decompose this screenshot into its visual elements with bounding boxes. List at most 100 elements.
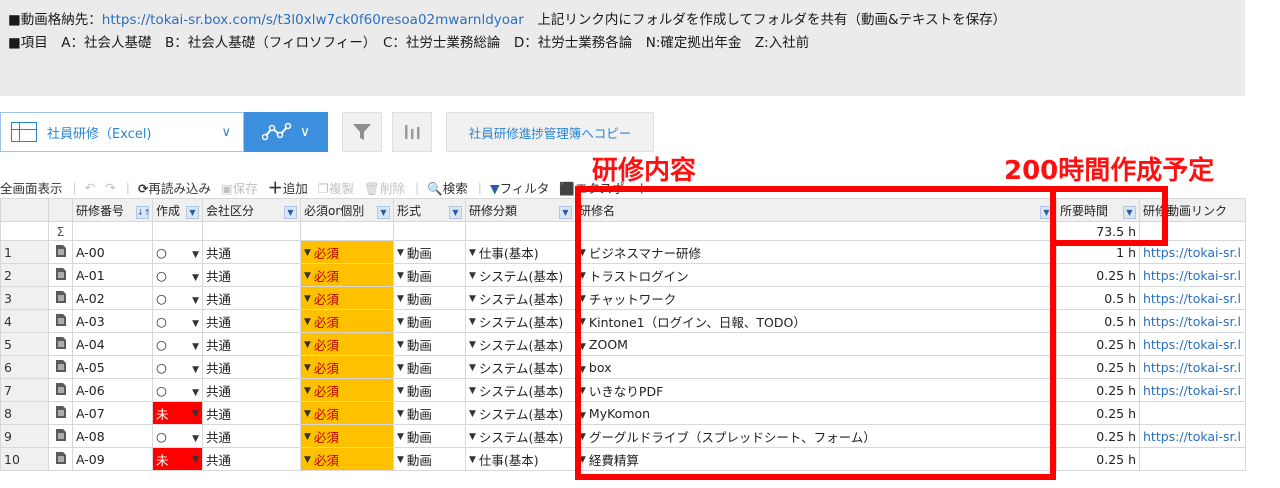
cell-company[interactable]: 共通: [202, 240, 301, 264]
cell-format[interactable]: ▼ 動画: [393, 401, 466, 425]
dropdown-arrow-icon[interactable]: ▼: [192, 319, 199, 329]
cell-made[interactable]: ○ ▼: [152, 309, 203, 333]
cell-id[interactable]: A-06: [72, 378, 153, 402]
dropdown-arrow-icon[interactable]: ▼: [397, 386, 404, 396]
dropdown-arrow-icon[interactable]: ▼: [192, 388, 199, 398]
dropdown-arrow-icon[interactable]: ▼: [469, 317, 476, 327]
add-button[interactable]: ＋追加: [268, 177, 308, 198]
document-icon[interactable]: [48, 378, 73, 402]
cell-made[interactable]: 未 ▼: [152, 447, 203, 471]
cell-video-link[interactable]: https://tokai-sr.l: [1139, 332, 1246, 356]
dropdown-arrow-icon[interactable]: ▼: [397, 363, 404, 373]
row-number[interactable]: 4: [0, 309, 49, 333]
cell-required[interactable]: ▼ 必須: [300, 424, 394, 448]
document-icon[interactable]: [48, 447, 73, 471]
undo-icon[interactable]: ↶: [85, 180, 95, 195]
dropdown-arrow-icon[interactable]: ▼: [397, 271, 404, 281]
cell-hours[interactable]: 0.5 h: [1056, 286, 1140, 310]
cell-format[interactable]: ▼ 動画: [393, 286, 466, 310]
cell-made[interactable]: ○ ▼: [152, 263, 203, 287]
filter-icon[interactable]: ▼: [284, 205, 297, 219]
filter-icon[interactable]: ▼: [559, 205, 572, 219]
search-button[interactable]: 🔍検索: [427, 178, 468, 197]
dropdown-arrow-icon[interactable]: ▼: [192, 409, 199, 419]
fullscreen-button[interactable]: 全画面表示: [0, 178, 63, 197]
cell-id[interactable]: A-08: [72, 424, 153, 448]
cell-required[interactable]: ▼ 必須: [300, 286, 394, 310]
dropdown-arrow-icon[interactable]: ▼: [304, 409, 311, 419]
row-number[interactable]: 8: [0, 401, 49, 425]
col-header-required[interactable]: 必須or個別 ▼: [300, 198, 394, 222]
cell-format[interactable]: ▼ 動画: [393, 240, 466, 264]
cell-category[interactable]: ▼ 仕事(基本): [465, 447, 576, 471]
document-icon[interactable]: [48, 286, 73, 310]
reload-button[interactable]: ⟳再読み込み: [138, 178, 211, 197]
cell-hours[interactable]: 0.25 h: [1056, 424, 1140, 448]
cell-id[interactable]: A-04: [72, 332, 153, 356]
cell-format[interactable]: ▼ 動画: [393, 378, 466, 402]
cell-company[interactable]: 共通: [202, 355, 301, 379]
row-number[interactable]: 3: [0, 286, 49, 310]
cell-category[interactable]: ▼ システム(基本): [465, 286, 576, 310]
cell-format[interactable]: ▼ 動画: [393, 309, 466, 333]
filter-toggle-button[interactable]: ▼フィルタ: [490, 178, 549, 197]
cell-company[interactable]: 共通: [202, 447, 301, 471]
cell-required[interactable]: ▼ 必須: [300, 332, 394, 356]
dropdown-arrow-icon[interactable]: ▼: [397, 409, 404, 419]
cell-hours[interactable]: 0.25 h: [1056, 332, 1140, 356]
cell-category[interactable]: ▼ システム(基本): [465, 424, 576, 448]
dropdown-arrow-icon[interactable]: ▼: [469, 340, 476, 350]
cell-company[interactable]: 共通: [202, 309, 301, 333]
row-number[interactable]: 2: [0, 263, 49, 287]
save-button[interactable]: ▣保存: [221, 178, 258, 197]
document-icon[interactable]: [48, 263, 73, 287]
cell-hours[interactable]: 0.25 h: [1056, 447, 1140, 471]
cell-video-link[interactable]: https://tokai-sr.l: [1139, 309, 1246, 333]
cell-company[interactable]: 共通: [202, 332, 301, 356]
document-icon[interactable]: [48, 332, 73, 356]
cell-required[interactable]: ▼ 必須: [300, 309, 394, 333]
cell-category[interactable]: ▼ システム(基本): [465, 378, 576, 402]
dropdown-arrow-icon[interactable]: ▼: [304, 455, 311, 465]
graph-button[interactable]: ∨: [244, 112, 328, 152]
dropdown-arrow-icon[interactable]: ▼: [397, 317, 404, 327]
document-icon[interactable]: [48, 240, 73, 264]
filter-button[interactable]: [342, 112, 382, 152]
aggregate-button[interactable]: [392, 112, 432, 152]
cell-required[interactable]: ▼ 必須: [300, 378, 394, 402]
dropdown-arrow-icon[interactable]: ▼: [397, 432, 404, 442]
video-storage-link[interactable]: https://tokai-sr.box.com/s/t3l0xlw7ck0f6…: [102, 12, 524, 28]
dropdown-arrow-icon[interactable]: ▼: [192, 365, 199, 375]
row-number[interactable]: 7: [0, 378, 49, 402]
view-selector[interactable]: 社員研修（Excel) ∨: [0, 112, 244, 152]
cell-company[interactable]: 共通: [202, 401, 301, 425]
delete-button[interactable]: 🗑削除: [364, 178, 405, 197]
cell-category[interactable]: ▼ システム(基本): [465, 355, 576, 379]
dropdown-arrow-icon[interactable]: ▼: [397, 248, 404, 258]
cell-made[interactable]: ○ ▼: [152, 286, 203, 310]
dropdown-arrow-icon[interactable]: ▼: [192, 296, 199, 306]
row-number[interactable]: 5: [0, 332, 49, 356]
dropdown-arrow-icon[interactable]: ▼: [192, 273, 199, 283]
dropdown-arrow-icon[interactable]: ▼: [304, 432, 311, 442]
cell-format[interactable]: ▼ 動画: [393, 332, 466, 356]
cell-id[interactable]: A-07: [72, 401, 153, 425]
cell-video-link[interactable]: https://tokai-sr.l: [1139, 424, 1246, 448]
cell-hours[interactable]: 0.25 h: [1056, 355, 1140, 379]
cell-format[interactable]: ▼ 動画: [393, 355, 466, 379]
dropdown-arrow-icon[interactable]: ▼: [304, 248, 311, 258]
dropdown-arrow-icon[interactable]: ▼: [397, 455, 404, 465]
cell-id[interactable]: A-00: [72, 240, 153, 264]
dropdown-arrow-icon[interactable]: ▼: [469, 363, 476, 373]
cell-id[interactable]: A-09: [72, 447, 153, 471]
dropdown-arrow-icon[interactable]: ▼: [397, 294, 404, 304]
cell-required[interactable]: ▼ 必須: [300, 355, 394, 379]
cell-company[interactable]: 共通: [202, 424, 301, 448]
cell-video-link[interactable]: [1139, 447, 1246, 471]
cell-company[interactable]: 共通: [202, 378, 301, 402]
dropdown-arrow-icon[interactable]: ▼: [469, 409, 476, 419]
cell-format[interactable]: ▼ 動画: [393, 263, 466, 287]
cell-format[interactable]: ▼ 動画: [393, 424, 466, 448]
cell-category[interactable]: ▼ システム(基本): [465, 332, 576, 356]
cell-id[interactable]: A-03: [72, 309, 153, 333]
